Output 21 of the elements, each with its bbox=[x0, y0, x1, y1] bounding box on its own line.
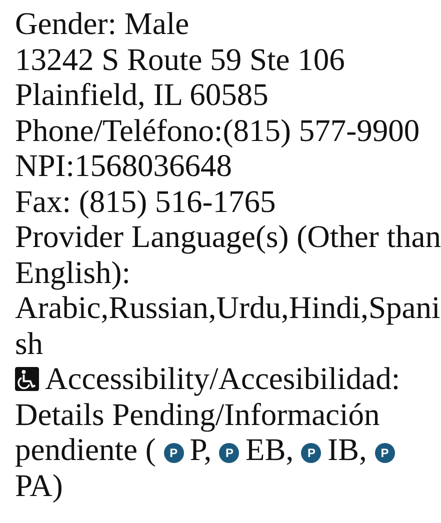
info-text: Phone/Teléfono:(815) 577-9900 bbox=[15, 112, 421, 148]
parking-badge: P bbox=[219, 443, 240, 463]
accessibility-details: Details Pending/Información bbox=[15, 396, 381, 432]
accessibility-code: EB, bbox=[245, 432, 294, 467]
accessibility-details: pendiente ( bbox=[15, 432, 156, 467]
info-text: NPI:1568036648 bbox=[15, 148, 234, 184]
info-text: Plainfield, IL 60585 bbox=[15, 77, 270, 112]
accessibility-code: PA bbox=[15, 468, 52, 502]
accessibility-label: Accessibility/Accesibilidad: bbox=[45, 361, 400, 396]
info-text: 13242 S Route 59 Ste 106 bbox=[15, 42, 346, 77]
parking-badge: P bbox=[301, 443, 322, 463]
info-text: Fax: (815) 516-1765 bbox=[15, 184, 277, 219]
info-text: Provider Language(s) (Other than English): bbox=[15, 219, 441, 290]
accessibility-code: IB, bbox=[327, 432, 367, 467]
parking-badge: P bbox=[164, 443, 184, 463]
wheelchair-icon bbox=[15, 367, 39, 391]
closing-paren: ) bbox=[52, 468, 63, 502]
parking-badge: P bbox=[374, 443, 395, 463]
info-text: Gender: Male bbox=[15, 6, 190, 42]
accessibility-code: P, bbox=[190, 432, 212, 467]
languages-text: Arabic,Russian,Urdu,Hindi,Spanish bbox=[15, 290, 441, 361]
